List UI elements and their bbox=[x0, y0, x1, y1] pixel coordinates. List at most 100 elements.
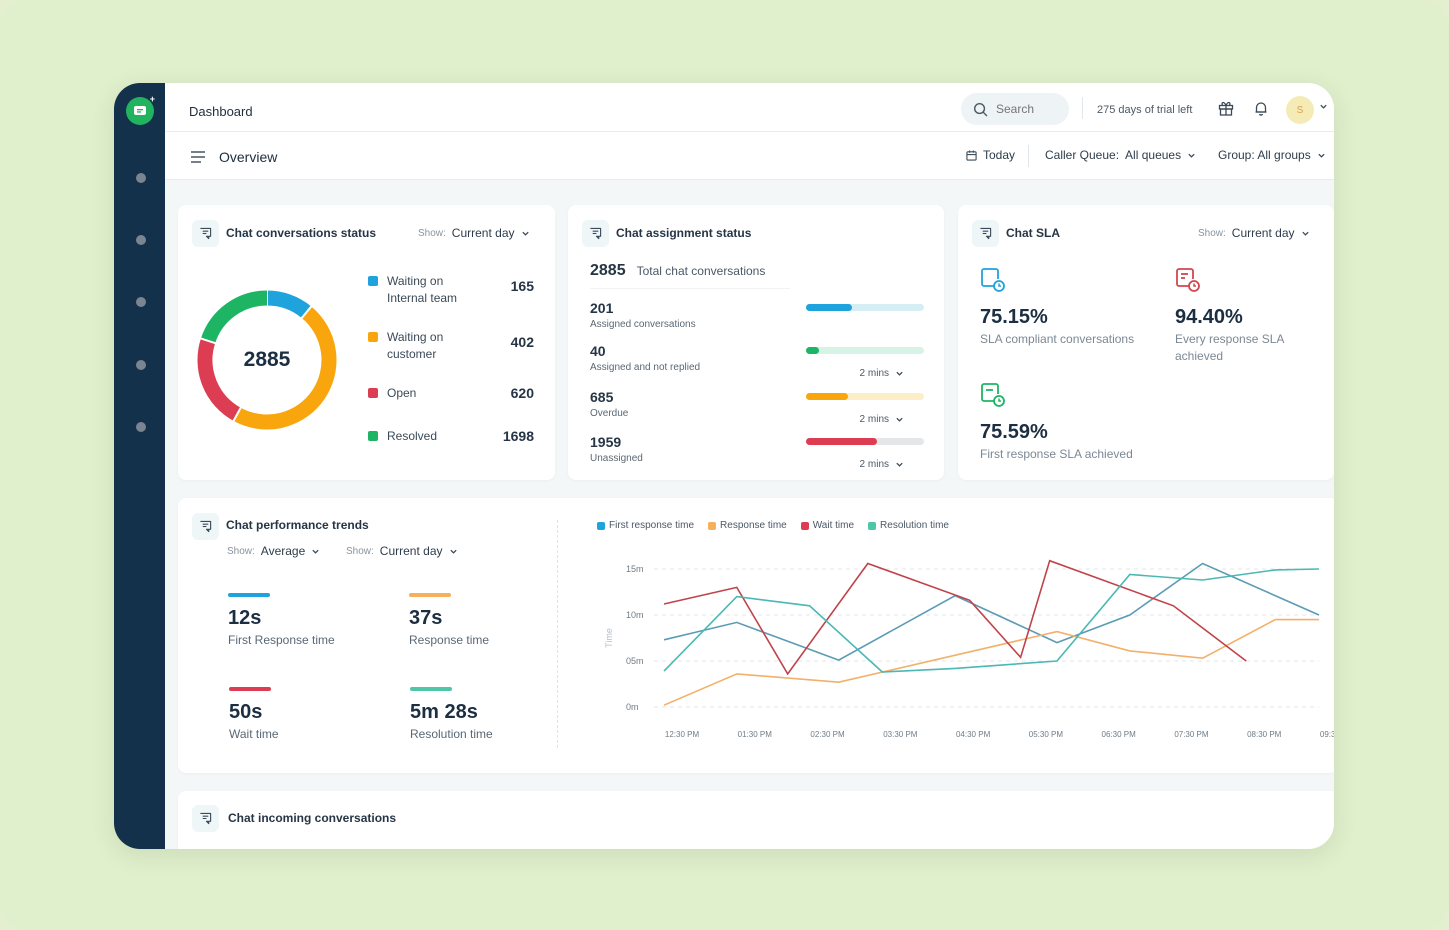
sidebar-item-5[interactable] bbox=[136, 422, 146, 432]
y-tick-label: 10m bbox=[626, 610, 644, 620]
chevron-down-icon[interactable] bbox=[1319, 102, 1328, 111]
status-donut: 2885 bbox=[194, 287, 340, 433]
queue-filter-label: Caller Queue: All queues bbox=[1045, 148, 1182, 162]
threshold-dropdown[interactable]: 2 mins bbox=[860, 414, 904, 425]
chat-logo-icon bbox=[134, 106, 146, 115]
sidebar: + bbox=[114, 83, 165, 849]
search-input[interactable] bbox=[996, 102, 1056, 116]
sidebar-item-2[interactable] bbox=[136, 235, 146, 245]
app-logo[interactable]: + bbox=[126, 94, 155, 125]
assignment-row: 1959 Unassigned 2 mins bbox=[590, 434, 926, 470]
progress-bar bbox=[806, 347, 924, 354]
sla-value: 94.40% bbox=[1175, 306, 1243, 328]
sla-value: 75.15% bbox=[980, 306, 1048, 328]
chevron-down-icon bbox=[1301, 231, 1309, 236]
progress-bar bbox=[806, 304, 924, 311]
metric-color-line bbox=[410, 687, 452, 691]
x-tick-label: 02:30 PM bbox=[810, 730, 845, 739]
legend-value: 402 bbox=[510, 334, 534, 350]
assignment-row: 40 Assigned and not replied 2 mins bbox=[590, 343, 926, 379]
legend-swatch bbox=[800, 521, 809, 530]
sidebar-item-4[interactable] bbox=[136, 360, 146, 370]
metric-label: Response time bbox=[409, 633, 490, 647]
progress-fill bbox=[806, 438, 877, 445]
divider bbox=[1082, 97, 1083, 119]
chat-icon bbox=[192, 805, 219, 832]
assignment-status-card: Chat assignment status 2885 Total chat c… bbox=[568, 205, 944, 480]
metric-resolution: 5m 28s Resolution time bbox=[410, 687, 560, 741]
show-value: Current day bbox=[1231, 226, 1295, 240]
legend-swatch bbox=[368, 431, 378, 441]
x-tick-label: 05:30 PM bbox=[1029, 730, 1064, 739]
sidebar-item-3[interactable] bbox=[136, 297, 146, 307]
chevron-down-icon bbox=[521, 231, 529, 236]
legend-label: First response time bbox=[609, 520, 695, 531]
legend-value: 620 bbox=[510, 385, 534, 401]
metric-value: 12s bbox=[228, 607, 262, 629]
gift-icon[interactable] bbox=[1217, 99, 1235, 117]
metric-color-line bbox=[409, 593, 451, 597]
metric-value: 37s bbox=[409, 607, 443, 629]
queue-filter[interactable]: Caller Queue: All queues bbox=[1045, 148, 1196, 162]
metric-wait: 50s Wait time bbox=[229, 687, 379, 741]
chevron-down-icon bbox=[312, 549, 319, 554]
chevron-down-icon bbox=[896, 462, 903, 467]
legend-label: Open bbox=[387, 386, 417, 400]
legend-label: Waiting on Internal team bbox=[387, 274, 458, 305]
sidebar-item-1[interactable] bbox=[136, 173, 146, 183]
legend-label: Resolution time bbox=[880, 520, 949, 531]
page-title: Dashboard bbox=[189, 104, 253, 119]
sla-first-response-icon bbox=[981, 383, 1005, 407]
period-filter[interactable]: Show: Current day bbox=[346, 544, 458, 558]
app-window: + Dashboard 275 days of trial left S Ove… bbox=[114, 83, 1334, 849]
legend-item[interactable]: Wait time bbox=[800, 520, 854, 531]
section-title: Overview bbox=[219, 149, 278, 165]
legend-swatch bbox=[368, 332, 378, 342]
show-filter[interactable]: Show: Current day bbox=[1198, 226, 1310, 240]
legend-item[interactable]: Response time bbox=[708, 520, 787, 531]
progress-fill bbox=[806, 304, 853, 311]
chat-icon bbox=[582, 220, 609, 247]
threshold-dropdown[interactable]: 2 mins bbox=[860, 459, 904, 470]
show-value: Average bbox=[260, 544, 306, 558]
sla-card: Chat SLA Show: Current day 75.15% SLA co… bbox=[958, 205, 1334, 480]
divider bbox=[590, 288, 790, 289]
date-filter[interactable]: Today bbox=[966, 148, 1015, 162]
sla-label: SLA compliant conversations bbox=[980, 332, 1135, 346]
performance-trends-card: Chat performance trends Show: Average Sh… bbox=[178, 498, 1334, 773]
plus-icon: + bbox=[149, 94, 155, 104]
card-title: Chat performance trends bbox=[226, 518, 369, 532]
metric-label: First Response time bbox=[228, 633, 335, 647]
assignment-label: Assigned conversations bbox=[590, 319, 696, 330]
progress-bar bbox=[806, 393, 924, 400]
group-filter[interactable]: Group: All groups bbox=[1218, 148, 1326, 162]
legend-swatch bbox=[368, 388, 378, 398]
show-label: Show: bbox=[346, 545, 374, 557]
metric-color-line bbox=[228, 593, 270, 597]
legend-label: Waiting on customer bbox=[387, 330, 444, 361]
series-line-resolution-time[interactable] bbox=[663, 568, 1320, 673]
y-tick-label: 0m bbox=[626, 702, 639, 712]
search-box[interactable] bbox=[961, 93, 1069, 125]
legend-item[interactable]: Resolution time bbox=[868, 520, 949, 531]
incoming-conversations-card: Chat incoming conversations bbox=[178, 791, 1334, 849]
search-icon bbox=[973, 102, 988, 116]
bell-icon[interactable] bbox=[1252, 99, 1270, 117]
sla-value: 75.59% bbox=[980, 421, 1048, 443]
threshold-dropdown[interactable]: 2 mins bbox=[860, 368, 904, 379]
aggregate-filter[interactable]: Show: Average bbox=[227, 544, 320, 558]
menu-icon[interactable] bbox=[191, 151, 205, 163]
metric-value: 50s bbox=[229, 701, 263, 723]
legend-label: Response time bbox=[720, 520, 787, 531]
user-avatar[interactable]: S bbox=[1286, 96, 1314, 124]
chevron-down-icon bbox=[1318, 153, 1325, 158]
chat-icon bbox=[192, 220, 219, 247]
series-line-wait-time[interactable] bbox=[663, 559, 1247, 676]
legend-item[interactable]: First response time bbox=[597, 520, 694, 531]
show-label: Show: bbox=[1198, 227, 1226, 239]
x-tick-label: 08:30 PM bbox=[1247, 730, 1282, 739]
show-filter[interactable]: Show: Current day bbox=[418, 226, 530, 240]
chevron-down-icon bbox=[1188, 153, 1195, 158]
chat-icon bbox=[192, 513, 219, 540]
show-label: Show: bbox=[227, 545, 255, 557]
